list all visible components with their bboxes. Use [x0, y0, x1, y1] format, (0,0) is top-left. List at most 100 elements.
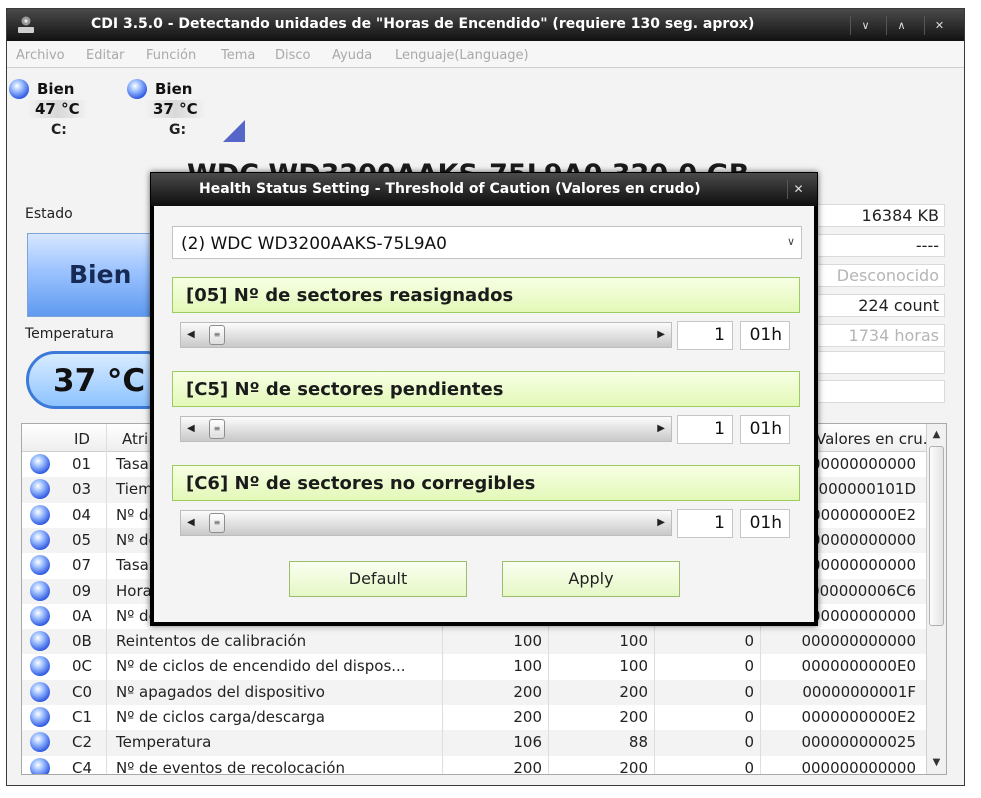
slider-thumb[interactable]: ≡: [209, 419, 225, 439]
title-bar[interactable]: CDI 3.5.0 - Detectando unidades de "Hora…: [7, 9, 964, 41]
attribute-name: Nº de ciclos de encendido del dispos...: [116, 657, 406, 676]
disk-select[interactable]: (2) WDC WD3200AAKS-75L9A0 ∨: [172, 226, 802, 259]
dialog-title: Health Status Setting - Threshold of Cau…: [199, 181, 701, 197]
slider-thumb[interactable]: ≡: [209, 513, 225, 533]
apply-button[interactable]: Apply: [502, 561, 680, 597]
attribute-name: Temperatura: [116, 733, 212, 752]
threshold-slider-pending[interactable]: ◀ ≡ ▶: [180, 416, 672, 442]
attribute-id: 07: [72, 556, 92, 575]
menu-ayuda[interactable]: Ayuda: [332, 48, 372, 63]
slider-left-arrow-icon[interactable]: ◀: [187, 329, 195, 340]
column-header-attribute[interactable]: Atri: [122, 430, 148, 448]
column-header-raw[interactable]: Valores en cru...: [816, 430, 937, 448]
drive-temperature: 47 °C: [27, 100, 88, 118]
health-status-dialog: Health Status Setting - Threshold of Cau…: [150, 172, 818, 626]
drive-temperature: 37 °C: [145, 100, 206, 118]
table-row[interactable]: C4 Nº de eventos de recolocación 200 200 0 00…: [22, 756, 926, 775]
attribute-worst: 200: [619, 682, 648, 701]
slider-left-arrow-icon[interactable]: ◀: [187, 423, 195, 434]
attribute-id: 0C: [72, 657, 93, 676]
table-row[interactable]: C1 Nº de ciclos carga/descarga 200 200 0 0000…: [22, 705, 926, 730]
chevron-down-icon: ∨: [786, 235, 795, 248]
attribute-raw-value: 000000000025: [801, 733, 916, 752]
column-header-id[interactable]: ID: [74, 430, 90, 448]
drive-g-tab[interactable]: Bien 37 °C G:: [127, 75, 217, 143]
power-on-hours-value: 1734 horas: [813, 324, 945, 347]
section-label: [C5] Nº de sectores pendientes: [186, 379, 504, 400]
table-row[interactable]: 0C Nº de ciclos de encendido del dispos..…: [22, 654, 926, 679]
health-status-text: Bien: [69, 260, 132, 289]
attribute-raw-value: 0000000000E0: [801, 657, 916, 676]
attribute-id: 09: [72, 581, 92, 600]
health-label: Estado: [25, 206, 73, 222]
attribute-current: 106: [513, 733, 542, 752]
table-row[interactable]: C0 Nº apagados del dispositivo 200 200 0 0000…: [22, 679, 926, 705]
attribute-name: Nº de eventos de recolocación: [116, 758, 345, 775]
attribute-threshold: 0: [744, 708, 754, 726]
drive-letter: C:: [51, 122, 67, 138]
table-scrollbar[interactable]: ▲ ▼: [926, 424, 946, 774]
attribute-worst: 200: [619, 758, 648, 775]
scroll-down-icon[interactable]: ▼: [927, 754, 946, 772]
attribute-worst: 100: [619, 632, 648, 651]
scrollbar-thumb[interactable]: [929, 446, 944, 626]
menu-archivo[interactable]: Archivo: [16, 48, 65, 63]
selected-drive-indicator-icon: [223, 120, 245, 142]
threshold-value-field[interactable]: 1: [677, 509, 733, 538]
table-row[interactable]: 0B Reintentos de calibración 100 100 0 000000…: [22, 629, 926, 655]
attribute-current: 200: [513, 708, 542, 726]
menu-editar[interactable]: Editar: [86, 48, 125, 63]
temperature-value: 37 °C: [53, 363, 146, 399]
threshold-value-field[interactable]: 1: [677, 415, 733, 444]
menu-disco[interactable]: Disco: [275, 48, 311, 63]
slider-thumb[interactable]: ≡: [209, 325, 225, 345]
close-button[interactable]: ✕: [924, 16, 954, 35]
menu-lenguaje[interactable]: Lenguaje(Language): [395, 48, 529, 63]
attribute-worst: 88: [628, 733, 648, 752]
attribute-current: 200: [513, 682, 542, 701]
dialog-title-bar[interactable]: Health Status Setting - Threshold of Cau…: [151, 173, 817, 206]
table-row[interactable]: C2 Temperatura 106 88 0 000000000025: [22, 730, 926, 756]
menu-funcion[interactable]: Función: [146, 48, 196, 63]
drive-c-tab[interactable]: Bien 47 °C C:: [9, 75, 99, 143]
attribute-current: 100: [513, 657, 542, 676]
attribute-raw-value: 000000000000: [801, 632, 916, 651]
attribute-threshold: 0: [744, 682, 754, 701]
attribute-raw-value: 000000000000: [801, 758, 916, 775]
window-title: CDI 3.5.0 - Detectando unidades de "Hora…: [91, 16, 755, 32]
threshold-slider-reallocated[interactable]: ◀ ≡ ▶: [180, 322, 672, 348]
threshold-slider-uncorrectable[interactable]: ◀ ≡ ▶: [180, 510, 672, 536]
slider-right-arrow-icon[interactable]: ▶: [657, 423, 665, 434]
scroll-up-icon[interactable]: ▲: [927, 426, 946, 444]
menu-bar: Archivo Editar Función Tema Disco Ayuda …: [7, 41, 964, 68]
good-status-icon: [30, 479, 50, 500]
slider-left-arrow-icon[interactable]: ◀: [187, 517, 195, 528]
info-value: ----: [813, 234, 945, 257]
attribute-id: 0A: [72, 606, 92, 625]
slider-right-arrow-icon[interactable]: ▶: [657, 329, 665, 340]
good-status-icon: [30, 757, 50, 774]
disk-select-value: (2) WDC WD3200AAKS-75L9A0: [181, 234, 447, 254]
default-button[interactable]: Default: [289, 561, 467, 597]
threshold-value-field[interactable]: 1: [677, 321, 733, 350]
attribute-id: 01: [72, 455, 92, 473]
drive-status: Bien: [37, 80, 75, 98]
drive-status: Bien: [155, 80, 193, 98]
dialog-close-button[interactable]: ✕: [787, 180, 809, 199]
attribute-threshold: 0: [744, 657, 754, 676]
info-value: [813, 380, 945, 403]
attribute-raw-value: 00000000001F: [802, 682, 916, 701]
menu-tema[interactable]: Tema: [221, 48, 255, 63]
section-reallocated-sectors: [05] Nº de sectores reasignados: [172, 277, 800, 313]
maximize-button[interactable]: ∧: [886, 16, 916, 35]
good-status-icon: [9, 79, 29, 99]
good-status-icon: [30, 580, 50, 601]
attribute-threshold: 0: [744, 733, 754, 752]
attribute-threshold: 0: [744, 758, 754, 775]
minimize-button[interactable]: ∨: [850, 16, 880, 35]
slider-right-arrow-icon[interactable]: ▶: [657, 517, 665, 528]
attribute-id: 05: [72, 530, 92, 549]
attribute-raw-value: 0000000000E2: [801, 708, 916, 726]
attribute-threshold: 0: [744, 632, 754, 651]
good-status-icon: [30, 707, 50, 727]
